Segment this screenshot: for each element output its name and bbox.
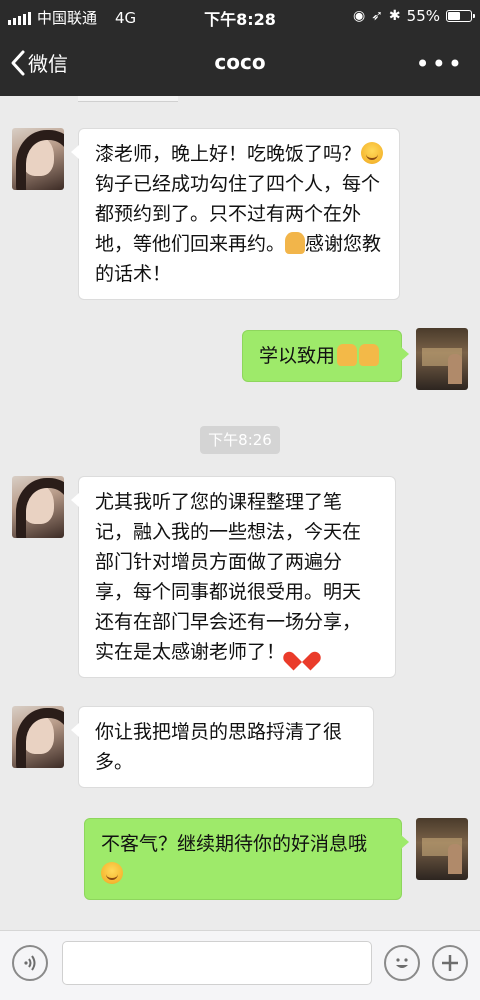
time-separator: 下午8:26: [200, 426, 280, 454]
alarm-icon: ◉: [352, 8, 366, 24]
voice-wave-icon: [24, 955, 36, 971]
previous-message-edge: [78, 96, 178, 102]
thumbs-up-emoji-icon: [337, 344, 358, 366]
input-bar: [0, 930, 480, 1000]
my-avatar[interactable]: [416, 328, 468, 390]
battery-icon: [446, 10, 475, 22]
chat-area[interactable]: 漆老师，晚上好！吃晚饭了吗？钩子已经成功勾住了四个人，每个都预约到了。只不过有两…: [0, 96, 480, 930]
message-text: 你让我把增员的思路捋清了很多。: [95, 721, 343, 773]
message-text: 漆老师，晚上好！吃晚饭了吗？钩子已经成功勾住了四个人，每个都预约到了。只不过有两…: [95, 142, 384, 285]
smile-emoji-icon: [101, 862, 123, 884]
plus-icon[interactable]: [432, 945, 468, 981]
plus-glyph-icon: [442, 955, 458, 971]
bluetooth-icon: ✱: [388, 8, 401, 24]
nav-bar: 微信 coco •••: [0, 32, 480, 96]
message-bubble-incoming[interactable]: 漆老师，晚上好！吃晚饭了吗？钩子已经成功勾住了四个人，每个都预约到了。只不过有两…: [71, 128, 400, 300]
thumbs-up-emoji-icon: [359, 344, 380, 366]
status-bar: 中国联通 4G 下午8:28 ◉ ➶ ✱ 55%: [0, 0, 480, 32]
message-bubble-incoming[interactable]: 尤其我听了您的课程整理了笔记，融入我的一些想法，今天在部门针对增员方面做了两遍分…: [71, 476, 396, 678]
emoji-icon[interactable]: [384, 945, 420, 981]
smile-emoji-icon: [361, 142, 384, 164]
message-text: 学以致用: [259, 345, 336, 367]
message-text: 不客气？继续期待你的好消息哦: [101, 833, 368, 855]
contact-avatar[interactable]: [12, 128, 64, 190]
battery-fill: [448, 12, 460, 20]
status-right: ◉ ➶ ✱ 55%: [352, 7, 475, 25]
my-avatar[interactable]: [416, 818, 468, 880]
voice-icon[interactable]: [12, 945, 48, 981]
more-dots-icon[interactable]: •••: [416, 50, 464, 78]
face-icon: [396, 958, 408, 968]
battery-percent: 55%: [406, 7, 440, 25]
message-bubble-outgoing[interactable]: 不客气？继续期待你的好消息哦: [84, 818, 409, 900]
heart-emoji-icon: [291, 642, 313, 662]
chat-title: coco: [214, 50, 266, 74]
message-text: 尤其我听了您的课程整理了笔记，融入我的一些想法，今天在部门针对增员方面做了两遍分…: [95, 491, 362, 663]
contact-avatar[interactable]: [12, 476, 64, 538]
contact-avatar[interactable]: [12, 706, 64, 768]
location-icon: ➶: [371, 8, 383, 24]
pray-emoji-icon: [285, 232, 306, 254]
message-input[interactable]: [62, 941, 372, 985]
message-bubble-outgoing[interactable]: 学以致用: [242, 330, 409, 382]
message-bubble-incoming[interactable]: 你让我把增员的思路捋清了很多。: [71, 706, 374, 788]
